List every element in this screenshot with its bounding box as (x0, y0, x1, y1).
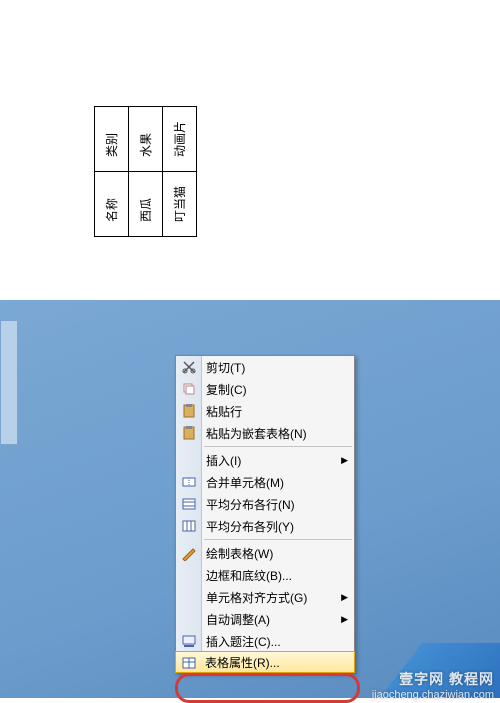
menu-label: 粘贴为嵌套表格(N) (206, 425, 348, 442)
context-menu[interactable]: 剪切(T) 复制(C) 粘贴行 粘贴为嵌套表格(N) 插入(I) ▶ 合并单元 (175, 355, 355, 673)
lower-panel: 剪切(T) 复制(C) 粘贴行 粘贴为嵌套表格(N) 插入(I) ▶ 合并单元 (0, 300, 500, 698)
submenu-arrow-icon: ▶ (341, 592, 348, 603)
menu-item-borders-shading[interactable]: 边框和底纹(B)... (176, 564, 354, 586)
table-cell[interactable]: 动画片 (163, 106, 197, 171)
menu-label: 粘贴行 (206, 403, 348, 420)
menu-item-paste-nested[interactable]: 粘贴为嵌套表格(N) (176, 422, 354, 444)
menu-label: 表格属性(R)... (205, 654, 349, 671)
menu-label: 剪切(T) (206, 359, 348, 376)
paste-row-icon (180, 402, 198, 420)
menu-label: 复制(C) (206, 381, 348, 398)
caption-icon (180, 632, 198, 650)
menu-item-cut[interactable]: 剪切(T) (176, 356, 354, 378)
menu-item-draw-table[interactable]: 绘制表格(W) (176, 542, 354, 564)
copy-icon (180, 380, 198, 398)
watermark: 壹字网 教程网 jiaocheng.chaziwian.com (372, 670, 494, 702)
annotation-highlight (175, 673, 360, 703)
menu-item-insert[interactable]: 插入(I) ▶ (176, 449, 354, 471)
dist-rows-icon (180, 495, 198, 513)
paste-nested-icon (180, 424, 198, 442)
table-row: 西瓜 水果 (129, 106, 163, 236)
menu-label: 单元格对齐方式(G) (206, 589, 341, 606)
submenu-arrow-icon: ▶ (341, 614, 348, 625)
table-props-icon (180, 654, 198, 672)
table-cell[interactable]: 名称 (95, 172, 129, 237)
menu-item-paste-row[interactable]: 粘贴行 (176, 400, 354, 422)
table-row: 名称 类别 (95, 106, 129, 236)
menu-item-copy[interactable]: 复制(C) (176, 378, 354, 400)
menu-item-insert-caption[interactable]: 插入题注(C)... (176, 630, 354, 652)
draw-table-icon (180, 544, 198, 562)
dist-cols-icon (180, 517, 198, 535)
document-canvas: 名称 类别 西瓜 水果 叮当猫 动画片 (0, 0, 500, 300)
cut-icon (180, 358, 198, 376)
watermark-line2: jiaocheng.chaziwian.com (372, 688, 494, 702)
watermark-line1: 壹字网 教程网 (372, 670, 494, 688)
menu-separator (204, 446, 352, 447)
menu-item-cell-align[interactable]: 单元格对齐方式(G) ▶ (176, 586, 354, 608)
menu-separator (204, 539, 352, 540)
menu-label: 平均分布各列(Y) (206, 518, 348, 535)
selection-highlight (0, 320, 18, 445)
document-table[interactable]: 名称 类别 西瓜 水果 叮当猫 动画片 (94, 106, 197, 237)
menu-item-merge-cells[interactable]: 合并单元格(M) (176, 471, 354, 493)
menu-label: 合并单元格(M) (206, 474, 348, 491)
table-row: 叮当猫 动画片 (163, 106, 197, 236)
menu-label: 插入(I) (206, 452, 341, 469)
table-cell[interactable]: 叮当猫 (163, 172, 197, 237)
table-cell[interactable]: 西瓜 (129, 172, 163, 237)
menu-label: 自动调整(A) (206, 611, 341, 628)
menu-label: 插入题注(C)... (206, 633, 348, 650)
menu-item-dist-cols[interactable]: 平均分布各列(Y) (176, 515, 354, 537)
menu-label: 绘制表格(W) (206, 545, 348, 562)
merge-cells-icon (180, 473, 198, 491)
table-cell[interactable]: 水果 (129, 106, 163, 171)
submenu-arrow-icon: ▶ (341, 455, 348, 466)
table-cell[interactable]: 类别 (95, 106, 129, 171)
menu-item-auto-fit[interactable]: 自动调整(A) ▶ (176, 608, 354, 630)
menu-label: 边框和底纹(B)... (206, 567, 348, 584)
menu-label: 平均分布各行(N) (206, 496, 348, 513)
rotated-table-container: 名称 类别 西瓜 水果 叮当猫 动画片 (94, 106, 197, 237)
menu-item-dist-rows[interactable]: 平均分布各行(N) (176, 493, 354, 515)
menu-item-table-properties[interactable]: 表格属性(R)... (175, 651, 355, 673)
